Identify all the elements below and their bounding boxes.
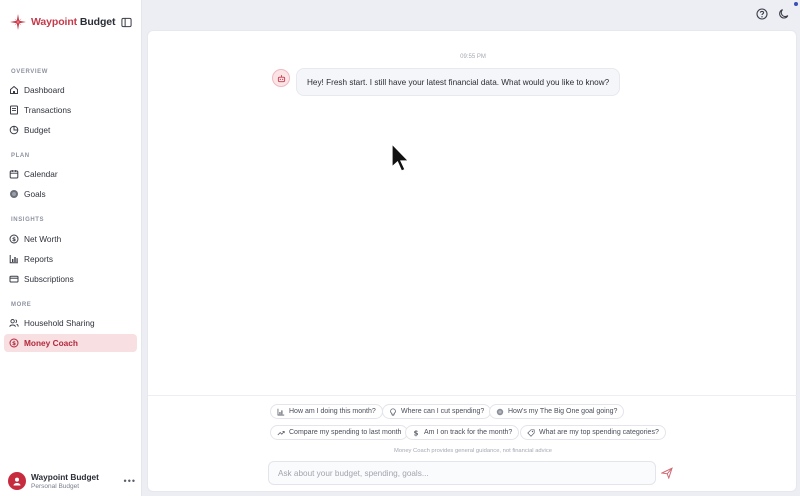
user-icon: [13, 477, 21, 486]
sidebar: Waypoint Budget OVERVIEW Dashboard Trans…: [0, 0, 142, 496]
calendar-icon: [9, 170, 19, 179]
svg-text:$: $: [414, 429, 419, 436]
sidebar-item-label: Money Coach: [24, 338, 78, 348]
sidebar-item-calendar[interactable]: Calendar: [4, 165, 137, 183]
sidebar-item-label: Household Sharing: [24, 318, 95, 328]
disclaimer: Money Coach provides general guidance, n…: [394, 448, 552, 454]
divider: [148, 395, 798, 396]
suggestion-chip[interactable]: How's my The Big One goal going?: [489, 404, 625, 419]
sidebar-item-transactions[interactable]: Transactions: [4, 101, 137, 119]
target-icon: [10, 190, 18, 198]
bot-icon: [277, 74, 285, 82]
dollar-circle-icon: $: [9, 234, 19, 244]
mouse-cursor-icon: [391, 143, 410, 172]
more-options-button[interactable]: •••: [124, 476, 136, 486]
section-overview: OVERVIEW: [11, 69, 49, 75]
brand-name-prefix: Waypoint: [31, 16, 78, 28]
sidebar-item-household-sharing[interactable]: Household Sharing: [4, 314, 137, 332]
sidebar-item-money-coach[interactable]: $ Money Coach: [4, 334, 137, 352]
sidebar-item-label: Budget: [24, 125, 51, 135]
brand-name: Waypoint Budget: [31, 16, 116, 28]
bar-chart-icon: [277, 408, 285, 415]
suggestion-label: How's my The Big One goal going?: [508, 408, 618, 415]
sidebar-toggle-icon[interactable]: [121, 17, 132, 28]
sidebar-item-dashboard[interactable]: Dashboard: [4, 81, 137, 99]
section-more: MORE: [11, 302, 32, 308]
suggestion-label: Compare my spending to last month: [289, 429, 402, 436]
dollar-icon: $: [414, 429, 419, 436]
section-plan: PLAN: [11, 153, 30, 159]
suggestion-chip[interactable]: What are my top spending categories?: [520, 425, 666, 440]
pie-chart-icon: [9, 125, 19, 135]
suggestion-label: How am I doing this month?: [289, 408, 376, 415]
chat-input[interactable]: [268, 461, 656, 485]
suggestion-label: Am I on track for the month?: [424, 429, 513, 436]
suggestion-chip[interactable]: How am I doing this month?: [270, 404, 383, 419]
svg-text:$: $: [12, 237, 16, 243]
suggestion-chip[interactable]: Where can I cut spending?: [382, 404, 492, 419]
coach-avatar: [272, 69, 290, 87]
trending-up-icon: [277, 430, 285, 435]
sidebar-item-label: Calendar: [24, 169, 58, 179]
sidebar-item-label: Transactions: [24, 105, 72, 115]
sidebar-item-subscriptions[interactable]: Subscriptions: [4, 270, 137, 288]
svg-text:$: $: [12, 341, 16, 347]
sidebar-item-label: Goals: [24, 189, 46, 199]
sidebar-item-goals[interactable]: Goals: [4, 185, 137, 203]
sidebar-item-net-worth[interactable]: $ Net Worth: [4, 230, 137, 248]
sidebar-item-label: Subscriptions: [24, 274, 74, 284]
receipt-icon: [10, 105, 18, 115]
brand[interactable]: Waypoint Budget: [10, 13, 132, 31]
send-icon[interactable]: [661, 467, 673, 479]
user-name: Waypoint Budget: [31, 472, 99, 482]
help-icon[interactable]: [756, 8, 768, 20]
chat-panel: 09:55 PM Hey! Fresh start. I still have …: [147, 30, 798, 492]
message-timestamp: 09:55 PM: [460, 54, 486, 60]
assistant-message: Hey! Fresh start. I still have your late…: [296, 68, 621, 96]
sidebar-item-label: Reports: [24, 254, 54, 264]
sidebar-item-reports[interactable]: Reports: [4, 250, 137, 268]
suggestion-label: What are my top spending categories?: [539, 429, 659, 436]
sidebar-item-label: Dashboard: [24, 85, 65, 95]
suggestion-chip[interactable]: Compare my spending to last month: [270, 425, 409, 440]
suggestion-label: Where can I cut spending?: [401, 408, 485, 415]
user-profile[interactable]: Waypoint Budget Personal Budget •••: [8, 470, 136, 492]
user-subtitle: Personal Budget: [31, 483, 80, 490]
moon-icon[interactable]: [778, 8, 790, 20]
suggestion-chip[interactable]: $ Am I on track for the month?: [405, 425, 520, 440]
brand-name-suffix: Budget: [77, 16, 116, 28]
target-icon: [496, 408, 504, 415]
bar-chart-icon: [9, 255, 18, 264]
avatar: [8, 472, 26, 490]
coach-badge-icon: $: [9, 338, 19, 348]
section-insights: INSIGHTS: [11, 217, 45, 223]
compass-logo-icon: [10, 14, 26, 30]
credit-card-icon: [9, 275, 19, 283]
sidebar-item-budget[interactable]: Budget: [4, 121, 137, 139]
home-icon: [10, 85, 18, 94]
tag-icon: [527, 428, 535, 437]
lightbulb-icon: [390, 407, 396, 416]
notification-dot: [794, 2, 798, 6]
sidebar-item-label: Net Worth: [24, 234, 62, 244]
users-icon: [9, 319, 19, 327]
